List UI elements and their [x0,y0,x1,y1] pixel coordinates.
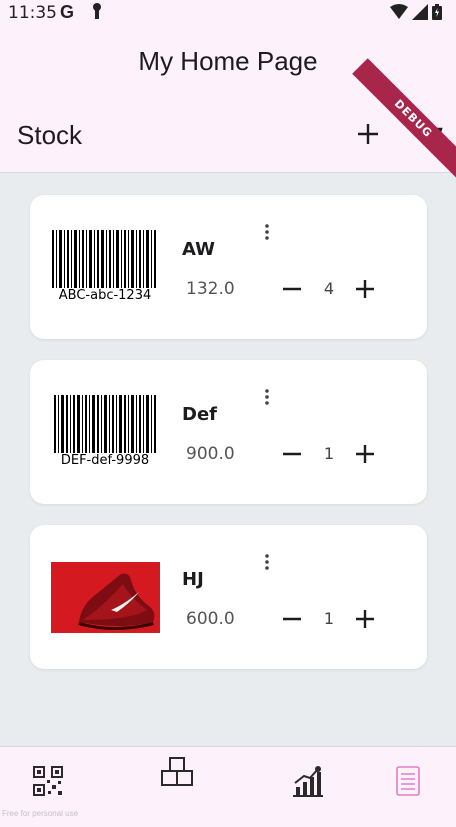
barcode-text: ABC-abc-1234 [58,288,152,303]
stock-card-hj[interactable]: HJ 600.0 1 [30,525,427,669]
boxes-icon[interactable] [159,755,195,791]
plus-icon[interactable] [352,118,384,150]
barcode-text: DEF-def-9998 [60,453,150,468]
item-quantity: 1 [323,609,335,628]
more-vert-icon[interactable] [260,223,274,241]
minus-icon[interactable] [280,609,304,629]
item-price: 132.0 [186,279,235,299]
plus-icon[interactable] [353,607,377,631]
barcode-image: DEF-def-9998 [52,395,158,469]
more-vert-icon[interactable] [260,388,274,406]
status-time: 11:35 [8,3,57,23]
minus-icon[interactable] [280,279,304,299]
barcode-image: ABC-abc-1234 [52,230,158,304]
status-icons [390,4,442,20]
google-g-icon: G [60,2,75,22]
page-title: My Home Page [138,46,318,76]
shoe-illustration [51,562,160,633]
stock-title: Stock [17,120,83,150]
battery-icon [432,4,442,20]
status-bar: 11:35 G [0,0,456,26]
qr-code-icon[interactable] [30,763,66,799]
minus-icon[interactable] [280,444,304,464]
barcode-bars [54,395,156,453]
stock-header: Stock [0,100,456,173]
bottom-navigation: Free for personal use [0,746,456,827]
item-price: 600.0 [186,609,235,629]
item-name: HJ [182,569,204,590]
barcode-bars [52,230,156,288]
item-quantity: 1 [323,444,335,463]
item-price: 900.0 [186,444,235,464]
item-name: Def [182,404,217,425]
list-icon[interactable] [390,763,426,799]
stock-card-def[interactable]: DEF-def-9998 Def 900.0 1 [30,360,427,504]
more-vert-icon[interactable] [260,553,274,571]
stock-card-aw[interactable]: ABC-abc-1234 AW 132.0 4 [30,195,427,339]
signal-icon [412,4,428,20]
plus-icon[interactable] [353,277,377,301]
item-name: AW [182,239,215,260]
watermark-text: Free for personal use [2,809,79,818]
item-quantity: 4 [323,279,335,298]
shoe-image [51,562,160,633]
chart-icon[interactable] [290,763,326,799]
key-icon [93,3,101,19]
wifi-icon [390,4,408,19]
plus-icon[interactable] [353,442,377,466]
